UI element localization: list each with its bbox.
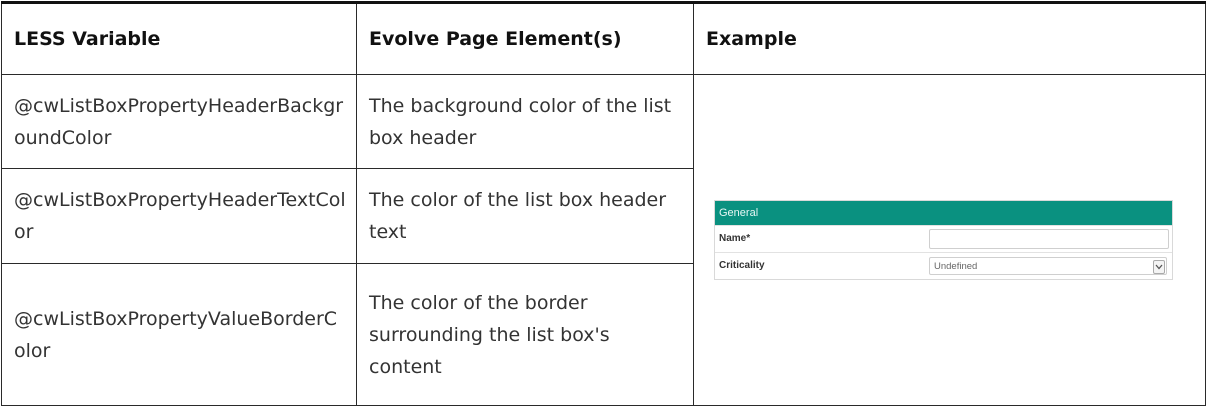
criticality-select-value: Undefined [934,261,978,272]
variable-name-cell: @cwListBoxPropertyHeaderTextColor [1,168,357,264]
chevron-down-icon[interactable] [1153,260,1165,274]
column-header-less-variable: LESS Variable [1,1,357,75]
variable-name-cell: @cwListBoxPropertyValueBorderColor [1,263,357,406]
list-box-row: Name* [715,225,1172,252]
table-row: @cwListBoxPropertyHeaderBackgroundColor … [1,74,1206,406]
column-header-example: Example [693,1,1206,75]
name-input[interactable] [929,229,1169,249]
variable-name-cell: @cwListBoxPropertyHeaderBackgroundColor [1,74,357,169]
column-header-page-elements: Evolve Page Element(s) [356,1,694,75]
element-description-cell: The color of the list box header text [356,168,694,264]
criticality-select[interactable]: Undefined [929,257,1167,275]
list-box-example: General Name* Criticality Undefined [714,200,1173,280]
element-description-cell: The background color of the list box hea… [356,74,694,169]
list-box-row: Criticality Undefined [715,252,1172,279]
element-description-cell: The color of the border surrounding the … [356,263,694,406]
list-box-header: General [715,201,1172,225]
table-header-row: LESS Variable Evolve Page Element(s) Exa… [1,1,1206,75]
example-cell: General Name* Criticality Undefined [693,74,1206,406]
less-variables-table: LESS Variable Evolve Page Element(s) Exa… [1,1,1206,406]
field-label: Criticality [719,260,765,271]
